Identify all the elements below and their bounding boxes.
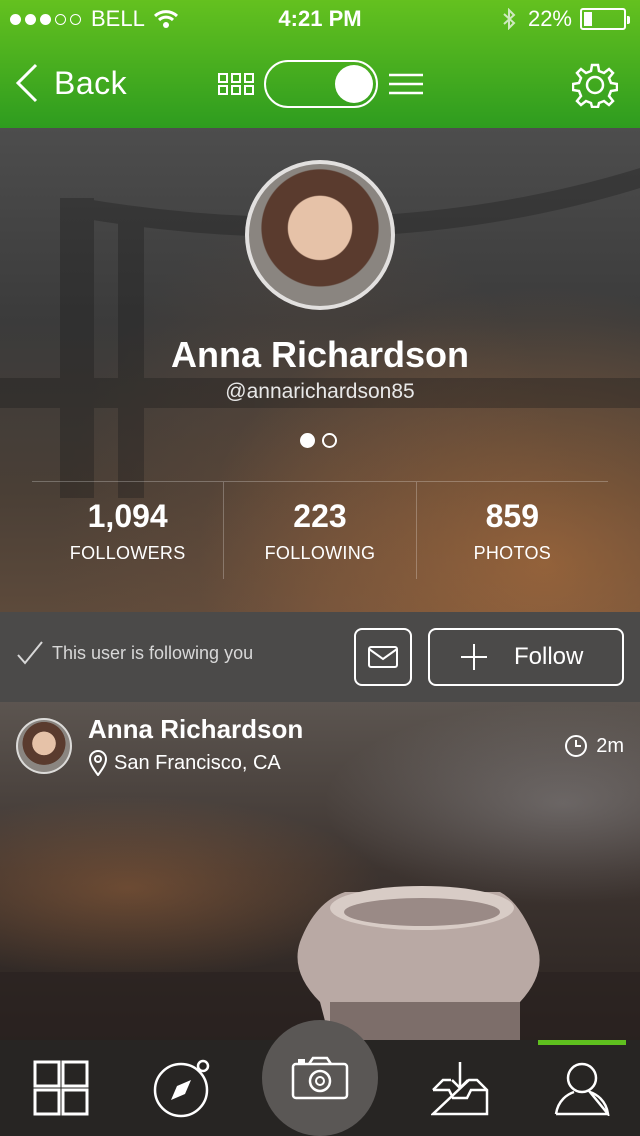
stat-value: 859 xyxy=(485,498,540,534)
clock-icon xyxy=(565,735,588,757)
camera-icon xyxy=(291,1056,349,1100)
envelope-icon xyxy=(368,646,398,668)
stat-followers[interactable]: 1,094 FOLLOWERS xyxy=(32,482,225,579)
stat-label: FOLLOWING xyxy=(264,543,376,563)
battery-percent: 22% xyxy=(527,6,572,31)
follow-button[interactable]: Follow xyxy=(428,628,624,686)
tab-bar xyxy=(0,1020,640,1136)
list-view-icon[interactable] xyxy=(388,72,424,96)
grid-view-icon[interactable] xyxy=(218,72,254,96)
bluetooth-icon xyxy=(503,8,516,30)
view-toggle xyxy=(218,60,424,108)
stat-photos[interactable]: 859 PHOTOS xyxy=(417,482,608,579)
stat-label: PHOTOS xyxy=(473,543,552,563)
profile-avatar[interactable] xyxy=(245,160,395,310)
follows-you-note: This user is following you xyxy=(16,640,253,666)
tab-grid[interactable] xyxy=(20,1040,102,1136)
view-mode-switch[interactable] xyxy=(264,60,378,108)
stat-following[interactable]: 223 FOLLOWING xyxy=(224,482,417,579)
stat-label: FOLLOWERS xyxy=(69,543,186,563)
chevron-left-icon xyxy=(15,63,38,103)
checkmark-icon xyxy=(17,641,43,665)
profile-header: Anna Richardson @annarichardson85 1,094 … xyxy=(0,128,640,612)
compass-icon xyxy=(153,1059,210,1118)
follow-label: Follow xyxy=(514,643,584,670)
location-pin-icon xyxy=(88,750,108,776)
back-button[interactable]: Back xyxy=(14,62,127,104)
page-dot-active xyxy=(300,433,315,448)
profile-icon xyxy=(554,1062,610,1116)
inbox-download-icon xyxy=(431,1062,489,1116)
message-button[interactable] xyxy=(354,628,412,686)
gear-icon xyxy=(571,63,619,109)
feed-post[interactable]: Anna Richardson San Francisco, CA 2m xyxy=(0,702,640,1040)
post-location[interactable]: San Francisco, CA xyxy=(88,750,281,776)
tab-explore[interactable] xyxy=(140,1040,226,1136)
switch-knob xyxy=(335,65,373,103)
page-indicator[interactable] xyxy=(300,433,344,448)
tab-profile[interactable] xyxy=(538,1040,626,1136)
top-bar: BELL 4:21 PM 22% Back xyxy=(0,0,640,128)
action-bar: This user is following you Follow xyxy=(0,612,640,702)
post-author-name[interactable]: Anna Richardson xyxy=(88,714,303,745)
post-timestamp: 2m xyxy=(564,734,624,758)
post-time-text: 2m xyxy=(596,734,624,757)
follows-you-text: This user is following you xyxy=(52,642,254,663)
settings-button[interactable] xyxy=(571,62,619,113)
profile-stats: 1,094 FOLLOWERS 223 FOLLOWING 859 PHOTOS xyxy=(32,481,608,579)
battery-indicator: 22% xyxy=(502,6,630,32)
tab-downloads[interactable] xyxy=(420,1040,500,1136)
back-label: Back xyxy=(54,64,128,101)
stat-value: 1,094 xyxy=(87,498,168,534)
plus-icon xyxy=(461,644,487,670)
battery-icon xyxy=(580,8,630,30)
grid-icon xyxy=(33,1060,89,1116)
post-location-text: San Francisco, CA xyxy=(114,751,281,774)
profile-handle: @annarichardson85 xyxy=(225,380,415,403)
post-author-avatar[interactable] xyxy=(16,718,72,774)
page-dot xyxy=(322,433,337,448)
tab-camera[interactable] xyxy=(262,1020,378,1136)
nav-bar: Back xyxy=(0,44,640,128)
stat-value: 223 xyxy=(293,498,347,534)
status-bar: BELL 4:21 PM 22% xyxy=(0,0,640,40)
profile-name: Anna Richardson xyxy=(170,334,470,375)
